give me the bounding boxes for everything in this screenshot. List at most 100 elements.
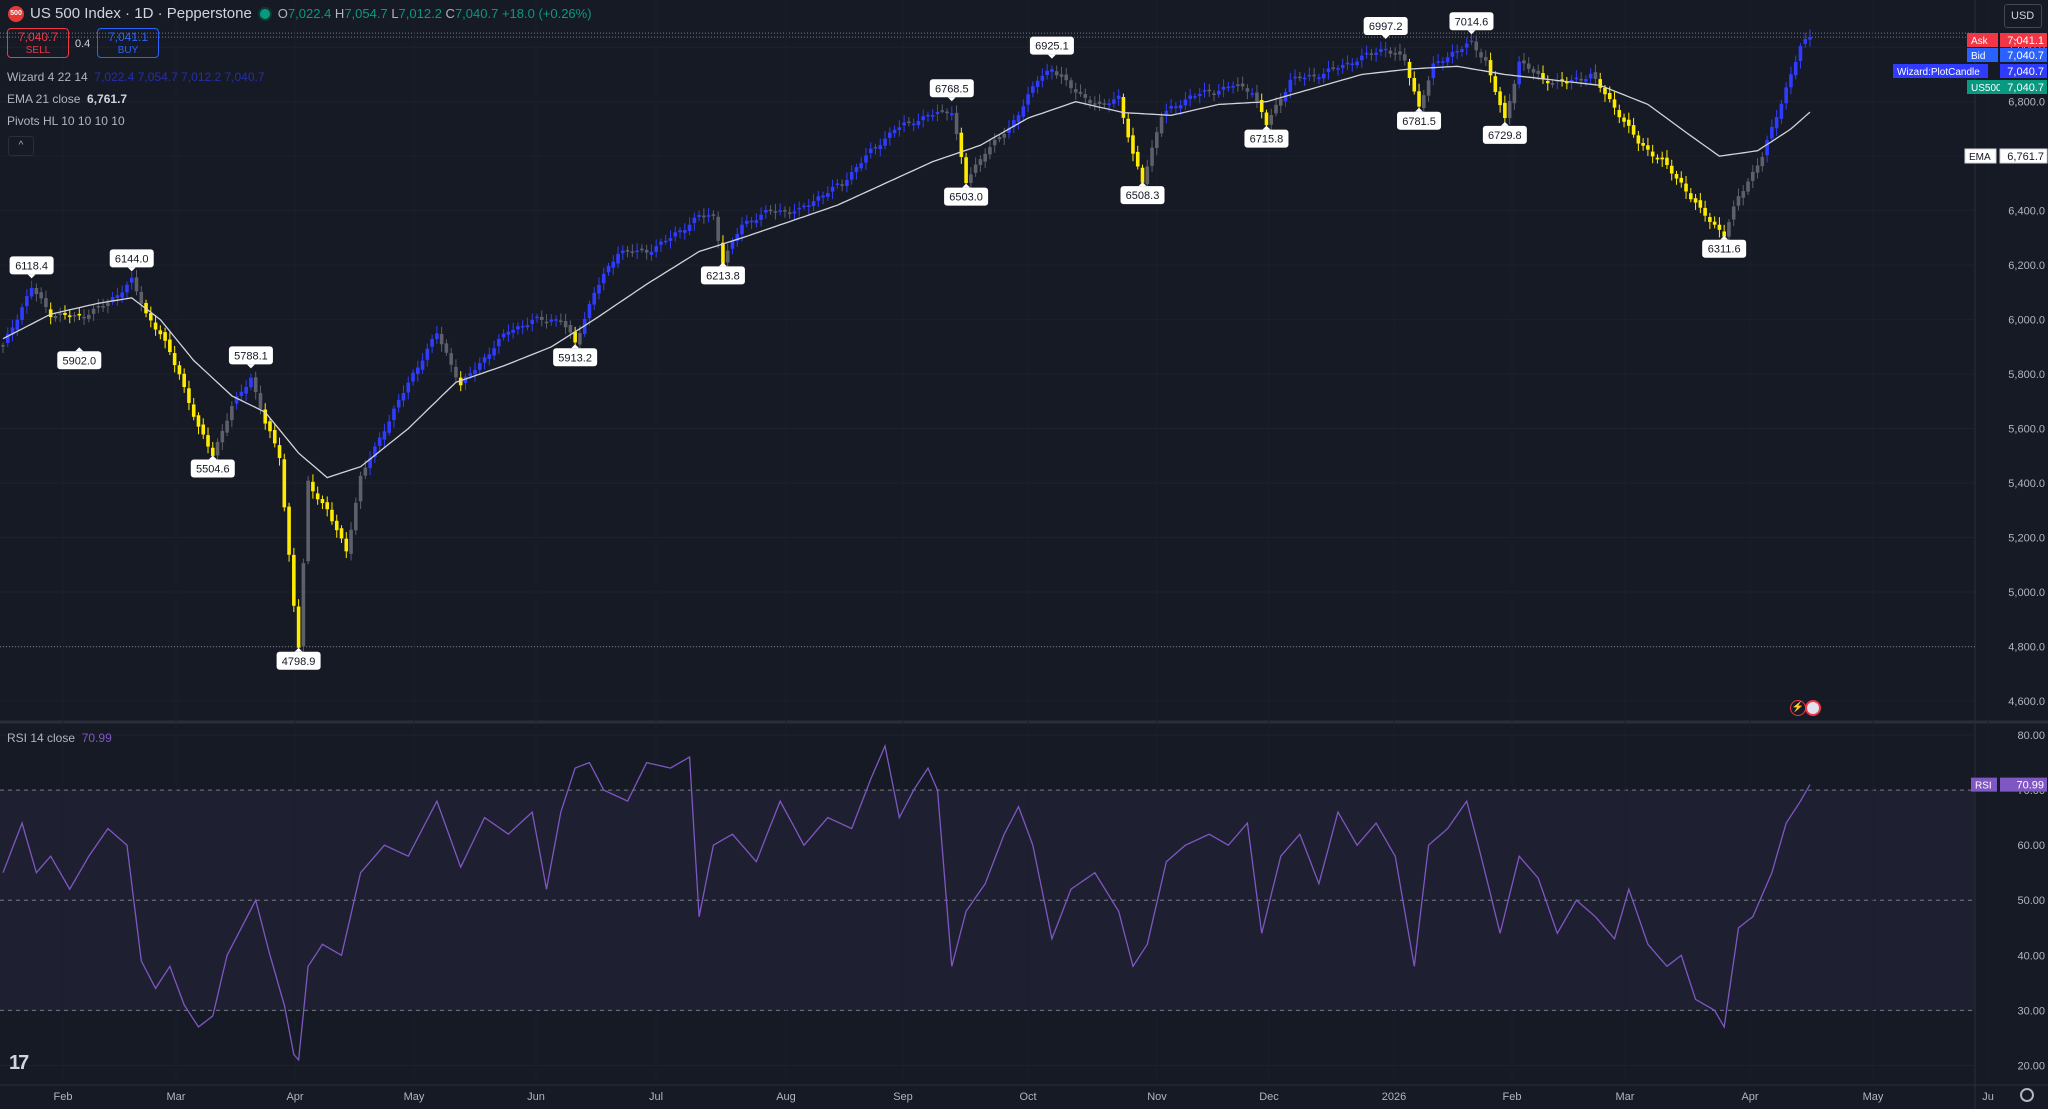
candle-body bbox=[1031, 86, 1035, 93]
candle-body bbox=[845, 179, 849, 186]
price-tag-label: EMA bbox=[1969, 152, 1991, 163]
pivot-label: 6118.4 bbox=[15, 260, 48, 272]
candle-body bbox=[711, 214, 716, 216]
candle-body bbox=[1536, 70, 1541, 74]
candle-body bbox=[635, 250, 639, 253]
indicator-pivots[interactable]: Pivots HL 10 10 10 10 bbox=[7, 114, 125, 128]
candle-body bbox=[1474, 41, 1479, 51]
chart-canvas[interactable]: 7,000.06,800.06,600.06,400.06,200.06,000… bbox=[0, 0, 2048, 1109]
candle-body bbox=[87, 314, 91, 319]
candle-body bbox=[516, 326, 520, 330]
candle-body bbox=[1674, 173, 1679, 179]
candle-body bbox=[539, 316, 544, 320]
news-flag-icon[interactable] bbox=[1805, 700, 1821, 716]
candle-body bbox=[1245, 88, 1250, 92]
indicator-rsi[interactable]: RSI 14 close 70.99 bbox=[7, 731, 112, 745]
candle-body bbox=[759, 214, 763, 220]
candle-body bbox=[673, 232, 678, 237]
sell-button[interactable]: 7,040.7 SELL bbox=[7, 28, 69, 58]
candle-body bbox=[1646, 145, 1650, 150]
rsi-axis-label: 60.00 bbox=[2017, 840, 2045, 852]
candle-body bbox=[721, 242, 725, 264]
candle-body bbox=[1321, 73, 1326, 79]
spread-value: 0.4 bbox=[75, 38, 91, 50]
settings-gear-icon[interactable] bbox=[2020, 1088, 2034, 1102]
candle-body bbox=[897, 127, 902, 131]
candle-body bbox=[568, 324, 573, 333]
symbol-title[interactable]: US 500 Index · 1D · Pepperstone bbox=[30, 5, 252, 22]
price-axis-label: 6,400.0 bbox=[2008, 206, 2045, 218]
candle-body bbox=[520, 325, 525, 328]
candle-body bbox=[330, 509, 334, 522]
time-axis-label: Mar bbox=[1616, 1091, 1635, 1103]
pivot-label: 5902.0 bbox=[62, 355, 96, 367]
candle-body bbox=[1388, 50, 1393, 54]
price-axis-label: 6,200.0 bbox=[2008, 260, 2045, 272]
candle-body bbox=[1054, 71, 1059, 76]
candle-body bbox=[1631, 125, 1636, 135]
flash-icon[interactable]: ⚡ bbox=[1790, 700, 1806, 716]
candle-body bbox=[454, 366, 458, 378]
candle-body bbox=[1197, 93, 1202, 97]
indicator-wizard[interactable]: Wizard 4 22 14 7,022.4 7,054.7 7,012.2 7… bbox=[7, 70, 265, 84]
candle-body bbox=[1479, 52, 1483, 58]
candle-body bbox=[544, 321, 549, 324]
candle-body bbox=[1312, 74, 1316, 77]
candle-body bbox=[1293, 76, 1297, 79]
candle-body bbox=[1693, 198, 1698, 203]
candle-body bbox=[983, 153, 987, 162]
candle-body bbox=[616, 253, 620, 264]
pivot-label: 6925.1 bbox=[1035, 41, 1069, 53]
candle-body bbox=[1431, 63, 1436, 79]
price-axis-label: 5,600.0 bbox=[2008, 424, 2045, 436]
time-axis-label: Ju bbox=[1982, 1091, 1994, 1103]
candle-body bbox=[1541, 73, 1545, 79]
collapse-indicators-button[interactable]: ^ bbox=[8, 136, 34, 156]
candle-body bbox=[773, 211, 778, 213]
buy-button[interactable]: 7,041.1 BUY bbox=[97, 28, 159, 58]
price-tag-label: Bid bbox=[1971, 51, 1985, 62]
candle-body bbox=[492, 348, 496, 356]
candle-body bbox=[764, 210, 768, 213]
candle-body bbox=[82, 316, 86, 319]
candle-body bbox=[1269, 115, 1274, 125]
candle-body bbox=[1607, 93, 1612, 100]
candle-body bbox=[1727, 222, 1731, 237]
indicator-ema[interactable]: EMA 21 close 6,761.7 bbox=[7, 92, 127, 106]
candle-body bbox=[239, 391, 244, 397]
candle-body bbox=[997, 137, 1002, 140]
candle-body bbox=[1746, 181, 1750, 192]
candle-body bbox=[1369, 53, 1374, 55]
candle-body bbox=[644, 249, 649, 253]
candle-body bbox=[873, 146, 878, 149]
candle-body bbox=[1221, 86, 1226, 90]
price-axis-label: 5,200.0 bbox=[2008, 533, 2045, 545]
pivot-label: 5913.2 bbox=[558, 352, 592, 364]
candle-body bbox=[134, 277, 139, 292]
candle-body bbox=[72, 315, 77, 317]
tradingview-logo-icon[interactable]: 17 bbox=[9, 1052, 29, 1075]
chart-header: 500 US 500 Index · 1D · Pepperstone O7,0… bbox=[8, 5, 592, 22]
currency-selector[interactable]: USD ⌄ bbox=[2004, 4, 2042, 44]
candle-body bbox=[168, 339, 172, 353]
time-axis-label: Sep bbox=[893, 1091, 913, 1103]
candle-body bbox=[415, 367, 420, 375]
pivot-label: 6768.5 bbox=[935, 83, 969, 95]
candle-body bbox=[959, 132, 964, 157]
candle-body bbox=[58, 313, 63, 315]
candle-body bbox=[1612, 99, 1617, 108]
candle-body bbox=[206, 435, 210, 447]
candle-body bbox=[315, 493, 320, 500]
candle-body bbox=[201, 424, 206, 435]
candle-body bbox=[258, 393, 263, 410]
candle-body bbox=[859, 163, 864, 169]
candle-body bbox=[1503, 102, 1507, 118]
time-axis-label: Oct bbox=[1019, 1091, 1036, 1103]
price-tag-label: Wizard:PlotCandle bbox=[1897, 67, 1980, 78]
candle-body bbox=[292, 554, 296, 606]
candle-body bbox=[1073, 89, 1078, 93]
rsi-axis-label: 50.00 bbox=[2017, 895, 2045, 907]
candle-body bbox=[954, 112, 959, 134]
candle-body bbox=[1622, 117, 1626, 122]
pivot-label: 5788.1 bbox=[234, 350, 268, 362]
